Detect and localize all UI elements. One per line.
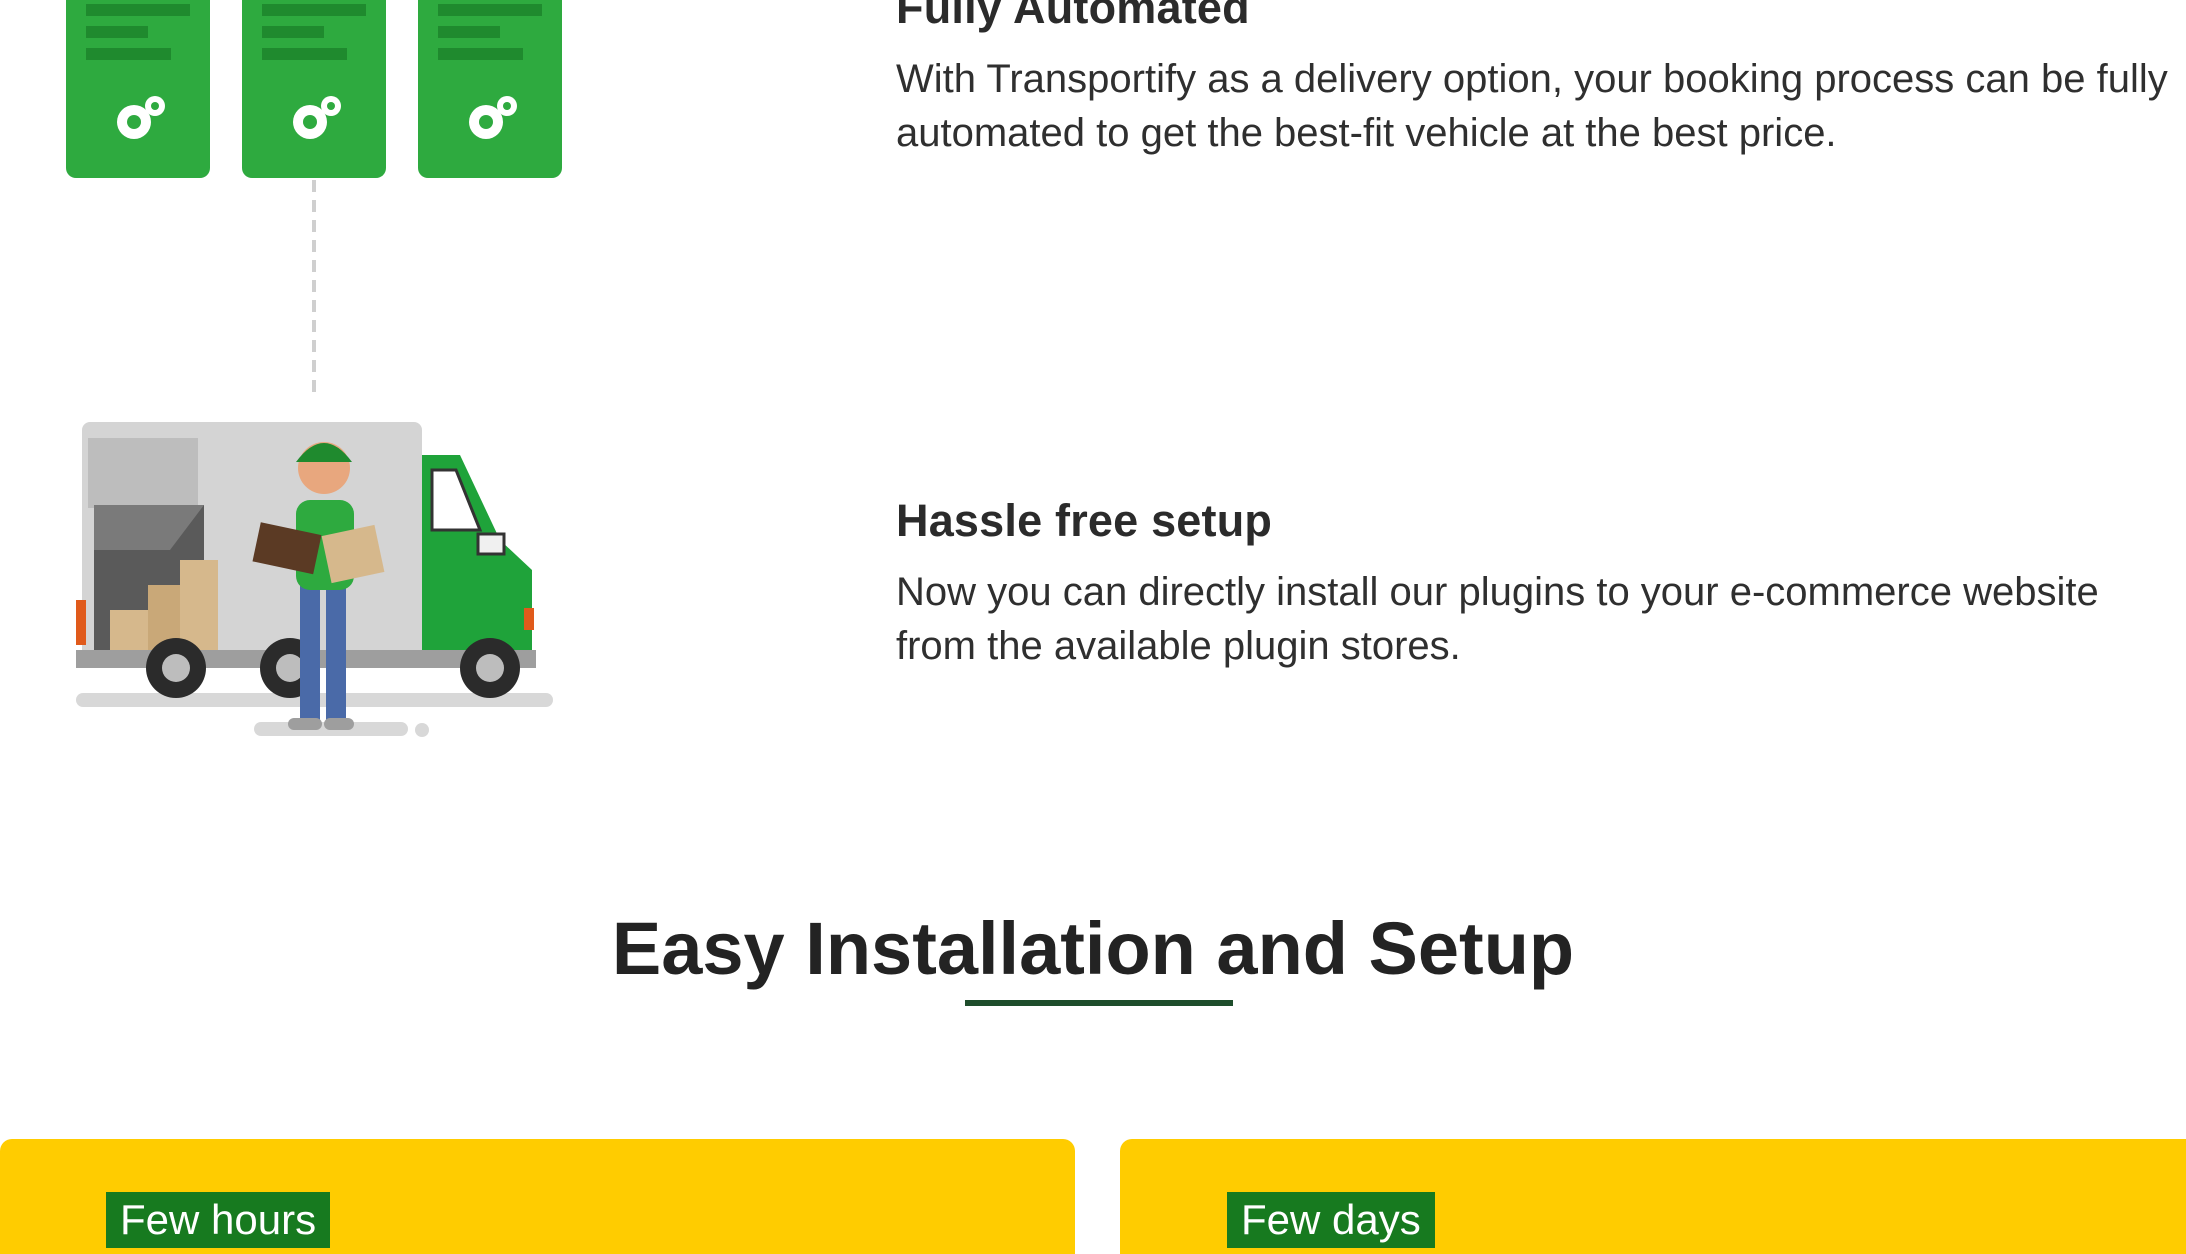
duration-tag: Few hours — [106, 1192, 331, 1248]
wheel-icon — [146, 638, 206, 698]
installation-card-few-days: Few days — [1120, 1139, 2186, 1254]
automation-servers-illustration — [66, 0, 562, 400]
feature-title: Hassle free setup — [896, 495, 1273, 546]
page: Fully Automated With Transportify as a d… — [0, 0, 2186, 1254]
feature-description: Now you can directly install our plugins… — [896, 570, 2099, 668]
feature-title: Fully Automated — [896, 0, 1250, 33]
feature-hassle-free-setup: Hassle free setup Now you can directly i… — [896, 495, 2186, 673]
wheel-icon — [460, 638, 520, 698]
feature-description: With Transportify as a delivery option, … — [896, 57, 2168, 155]
title-underline — [965, 1000, 1233, 1006]
installation-card-few-hours: Few hours — [0, 1139, 1075, 1254]
feature-fully-automated: Fully Automated With Transportify as a d… — [896, 0, 2186, 160]
section-title: Easy Installation and Setup — [611, 907, 1575, 990]
duration-tag: Few days — [1227, 1192, 1435, 1248]
delivery-truck-illustration — [76, 422, 553, 737]
server-card-3 — [418, 0, 562, 178]
server-card-1 — [66, 0, 210, 178]
server-card-2 — [242, 0, 386, 178]
